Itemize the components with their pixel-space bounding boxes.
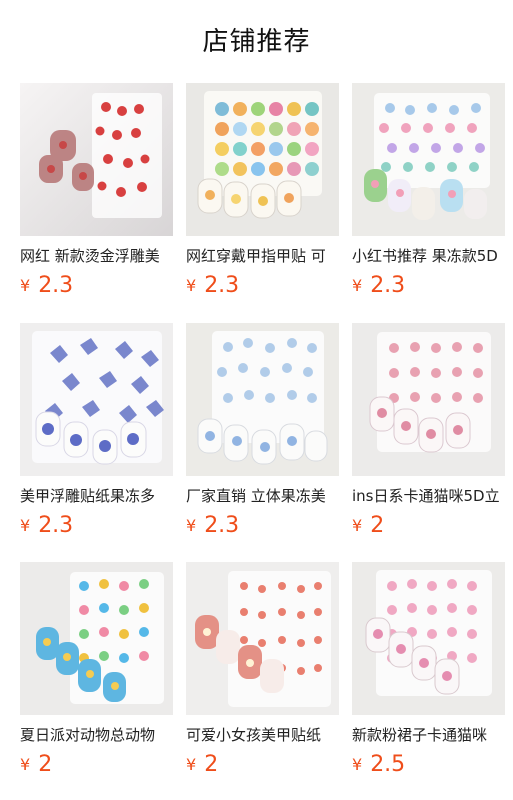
product-name[interactable]: 新款粉裙子卡通猫咪 [352, 723, 508, 747]
product-image[interactable] [186, 83, 339, 236]
product-name[interactable]: 厂家直销 立体果冻美 [186, 484, 342, 508]
currency-symbol: ¥ [352, 276, 363, 295]
currency-symbol: ¥ [352, 755, 363, 774]
product-name[interactable]: 美甲浮雕贴纸果冻多 [20, 484, 176, 508]
currency-symbol: ¥ [352, 516, 363, 535]
product-name[interactable]: 小红书推荐 果冻款5D [352, 244, 508, 268]
price-value: 2.3 [38, 513, 74, 538]
price-value: 2.3 [38, 273, 74, 298]
product-name[interactable]: 夏日派对动物总动物 [20, 723, 176, 747]
price-value: 2.3 [370, 273, 406, 298]
shop-recommendation-page: 店铺推荐 网红 新款烫金浮雕美 ¥ 2.3 网红穿戴甲指甲贴 可 ¥ 2.3 小… [0, 0, 513, 800]
currency-symbol: ¥ [20, 276, 31, 295]
product-image[interactable] [352, 323, 505, 476]
page-title: 店铺推荐 [202, 27, 311, 57]
currency-symbol: ¥ [186, 755, 197, 774]
product-price: ¥2.3 [186, 511, 239, 541]
product-name[interactable]: 网红 新款烫金浮雕美 [20, 244, 176, 268]
currency-symbol: ¥ [20, 755, 31, 774]
price-value: 2.5 [370, 752, 406, 777]
price-value: 2.3 [204, 513, 240, 538]
currency-symbol: ¥ [20, 516, 31, 535]
product-price: ¥2.3 [20, 271, 73, 301]
product-image[interactable] [20, 562, 173, 715]
product-price: ¥2.3 [352, 271, 405, 301]
product-image[interactable] [20, 323, 173, 476]
product-price: ¥2.3 [20, 511, 73, 541]
product-name[interactable]: 网红穿戴甲指甲贴 可 [186, 244, 342, 268]
product-price: ¥2 [186, 750, 218, 780]
product-price: ¥2 [352, 511, 384, 541]
price-value: 2 [38, 752, 53, 777]
currency-symbol: ¥ [186, 516, 197, 535]
product-price: ¥2 [20, 750, 52, 780]
product-price: ¥2.5 [352, 750, 405, 780]
product-name[interactable]: 可爱小女孩美甲贴纸 [186, 723, 342, 747]
product-price: ¥2.3 [186, 271, 239, 301]
price-value: 2.3 [204, 273, 240, 298]
product-image[interactable] [352, 562, 505, 715]
product-name[interactable]: ins日系卡通猫咪5D立 [352, 484, 508, 508]
price-value: 2 [204, 752, 219, 777]
product-image[interactable] [186, 323, 339, 476]
product-image[interactable] [20, 83, 173, 236]
price-value: 2 [370, 513, 385, 538]
product-image[interactable] [186, 562, 339, 715]
currency-symbol: ¥ [186, 276, 197, 295]
product-image[interactable] [352, 83, 505, 236]
